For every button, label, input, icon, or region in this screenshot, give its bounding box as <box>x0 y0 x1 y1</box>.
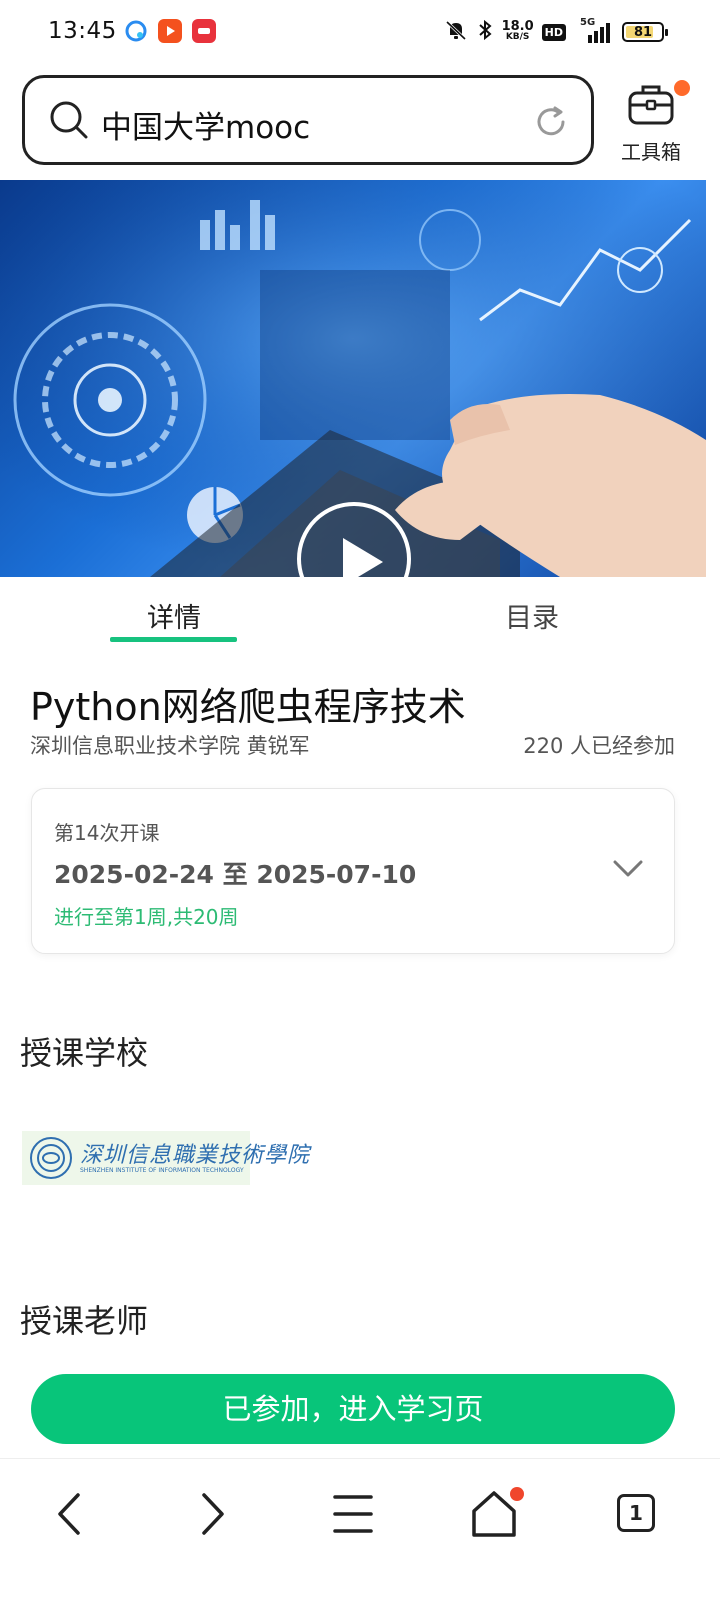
session-dates: 2025-02-24 至 2025-07-10 <box>54 860 417 889</box>
home-notification-dot <box>510 1487 524 1501</box>
notification-dot <box>674 80 690 96</box>
net-speed: 18.0 KB/S <box>501 19 534 42</box>
search-bar[interactable]: 中国大学mooc <box>22 75 594 165</box>
section-title-teacher: 授课老师 <box>20 1302 149 1340</box>
tab-detail[interactable]: 详情 <box>74 596 274 635</box>
participant-count: 220 人已经参加 <box>523 734 675 758</box>
toolbox-label: 工具箱 <box>621 140 681 164</box>
session-progress: 进行至第1周,共20周 <box>54 905 239 929</box>
chevron-down-icon[interactable] <box>612 859 644 883</box>
browser-app-icon <box>124 19 148 43</box>
toolbox-icon <box>627 83 675 131</box>
status-time: 13:45 <box>48 18 117 44</box>
signal-5g-icon: 5G <box>574 17 614 45</box>
battery-icon: 81 <box>622 22 668 42</box>
bluetooth-icon <box>476 18 494 46</box>
tab-catalog[interactable]: 目录 <box>432 596 632 635</box>
mute-icon <box>444 18 468 46</box>
refresh-icon[interactable] <box>533 104 569 144</box>
session-label: 第14次开课 <box>54 821 160 845</box>
section-title-school: 授课学校 <box>20 1034 149 1072</box>
enter-study-button[interactable]: 已参加，进入学习页 <box>31 1374 675 1444</box>
school-logo-name: 深圳信息職業技術學院 <box>80 1143 311 1168</box>
search-icon <box>49 100 89 144</box>
hd-badge: HD <box>541 23 566 41</box>
red-app-icon <box>192 19 216 43</box>
video-app-icon <box>158 19 182 43</box>
bottom-nav: 1 <box>0 1458 720 1600</box>
course-school-teacher: 深圳信息职业技术学院 黄锐军 <box>30 734 310 758</box>
status-indicators: 18.0 KB/S HD 5G 81 <box>444 16 668 48</box>
session-selector[interactable]: 第14次开课 2025-02-24 至 2025-07-10 进行至第1周,共2… <box>31 788 675 954</box>
menu-icon[interactable] <box>323 1489 383 1539</box>
active-tab-indicator <box>110 637 237 642</box>
school-seal-icon <box>28 1135 74 1185</box>
school-logo[interactable]: 深圳信息職業技術學院 SHENZHEN INSTITUTE OF INFORMA… <box>22 1131 309 1185</box>
search-input[interactable]: 中国大学mooc <box>101 102 310 147</box>
course-title: Python网络爬虫程序技术 <box>30 685 466 729</box>
forward-icon[interactable] <box>182 1489 242 1539</box>
back-icon[interactable] <box>40 1489 100 1539</box>
tabs-count-button[interactable]: 1 <box>617 1494 655 1532</box>
school-logo-english: SHENZHEN INSTITUTE OF INFORMATION TECHNO… <box>80 1167 244 1174</box>
course-video[interactable] <box>0 180 706 577</box>
toolbox-button[interactable]: 工具箱 <box>612 80 692 170</box>
status-bar: 13:45 18.0 KB/S HD 5G 81 <box>0 0 720 64</box>
